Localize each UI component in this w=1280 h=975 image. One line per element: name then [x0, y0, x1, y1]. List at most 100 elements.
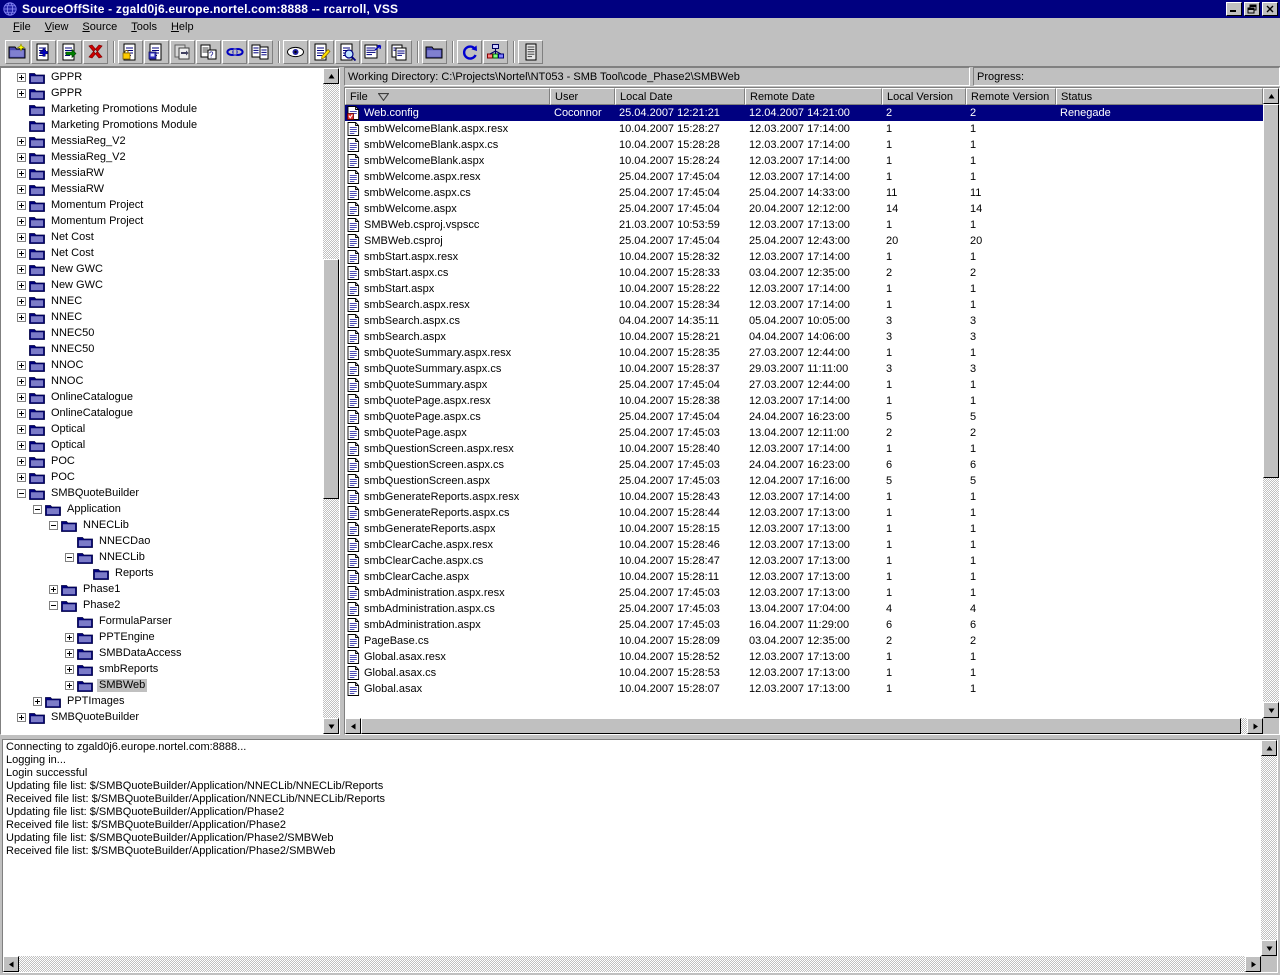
tree-expand-icon[interactable] [17, 264, 26, 274]
tree-item[interactable]: MessiaRW [1, 165, 323, 181]
tree-expand-icon[interactable] [17, 360, 26, 370]
tree-expand-icon[interactable] [17, 184, 26, 194]
file-row[interactable]: PageBase.cs 10.04.2007 15:28:09 03.04.2007… [345, 633, 1263, 649]
tree-item[interactable]: NNEC50 [1, 341, 323, 357]
tree-item[interactable]: Reports [1, 565, 323, 581]
column-header-remote-date[interactable]: Remote Date [745, 88, 882, 105]
undo-checkout-button[interactable] [170, 39, 195, 64]
tree-item[interactable]: SMBQuoteBuilder [1, 485, 323, 501]
file-row[interactable]: smbGenerateReports.aspx.cs 10.04.2007 15:… [345, 505, 1263, 521]
tree-expand-icon[interactable] [17, 456, 26, 466]
column-header-status[interactable]: Status [1056, 88, 1263, 105]
new-project-button[interactable] [5, 39, 30, 64]
file-row[interactable]: smbGenerateReports.aspx 10.04.2007 15:28:… [345, 521, 1263, 537]
tree-scroll-up-button[interactable] [323, 68, 339, 84]
file-row[interactable]: smbQuestionScreen.aspx 25.04.2007 17:45:0… [345, 473, 1263, 489]
tree-expand-icon[interactable] [17, 392, 26, 402]
file-row[interactable]: Global.asax 10.04.2007 15:28:07 12.03.2007… [345, 681, 1263, 697]
tree-item[interactable]: Phase2 [1, 597, 323, 613]
tree-expand-icon[interactable] [17, 376, 26, 386]
tree-expand-icon[interactable] [17, 136, 26, 146]
menu-view[interactable]: View [38, 19, 76, 35]
menu-source[interactable]: Source [75, 19, 124, 35]
tree-collapse-icon[interactable] [49, 600, 58, 610]
tree-expand-icon[interactable] [65, 648, 74, 658]
menu-help[interactable]: Help [164, 19, 201, 35]
file-row[interactable]: smbGenerateReports.aspx.resx 10.04.2007 1… [345, 489, 1263, 505]
tree-item[interactable]: Marketing Promotions Module [1, 117, 323, 133]
tree-item[interactable]: GPPR [1, 85, 323, 101]
tree-item[interactable]: SMBQuoteBuilder [1, 709, 323, 725]
log-vertical-scrollbar[interactable] [1261, 740, 1277, 956]
menu-file[interactable]: File [6, 19, 38, 35]
file-row[interactable]: smbQuotePage.aspx 25.04.2007 17:45:03 13.0… [345, 425, 1263, 441]
file-row[interactable]: smbQuoteSummary.aspx.resx 10.04.2007 15:2… [345, 345, 1263, 361]
file-row[interactable]: smbStart.aspx 10.04.2007 15:28:22 12.03.20… [345, 281, 1263, 297]
tree-item[interactable]: NNECDao [1, 533, 323, 549]
file-row[interactable]: smbSearch.aspx.cs 04.04.2007 14:35:11 05.0… [345, 313, 1263, 329]
tree-expand-icon[interactable] [17, 168, 26, 178]
file-list-scroll-thumb[interactable] [1263, 104, 1279, 478]
tree-item[interactable]: New GWC [1, 261, 323, 277]
tree-expand-icon[interactable] [65, 632, 74, 642]
tree-scroll-down-button[interactable] [323, 718, 339, 734]
tree-item[interactable]: FormulaParser [1, 613, 323, 629]
file-list-vertical-scrollbar[interactable] [1263, 88, 1279, 718]
tree-expand-icon[interactable] [17, 216, 26, 226]
tree-item[interactable]: Optical [1, 421, 323, 437]
check-in-button[interactable] [144, 39, 169, 64]
compare-button[interactable] [248, 39, 273, 64]
close-button[interactable] [1262, 2, 1278, 16]
properties-button[interactable]: ? [196, 39, 221, 64]
file-row[interactable]: smbAdministration.aspx 25.04.2007 17:45:0… [345, 617, 1263, 633]
search-file-button[interactable] [335, 39, 360, 64]
file-row[interactable]: smbWelcomeBlank.aspx.resx 10.04.2007 15:2… [345, 121, 1263, 137]
refresh-button[interactable] [457, 39, 482, 64]
tree-item[interactable]: smbReports [1, 661, 323, 677]
tree-expand-icon[interactable] [17, 248, 26, 258]
tree-item[interactable]: Application [1, 501, 323, 517]
tree-item[interactable]: NNEC [1, 309, 323, 325]
file-row[interactable]: smbWelcome.aspx.resx 25.04.2007 17:45:04 1… [345, 169, 1263, 185]
tree-expand-icon[interactable] [17, 312, 26, 322]
file-list-rows[interactable]: Web.config Coconnor 25.04.2007 12:21:21 12.… [345, 105, 1263, 718]
tree-vertical-scrollbar[interactable] [323, 68, 339, 734]
copy-button[interactable] [387, 39, 412, 64]
file-row[interactable]: smbClearCache.aspx 10.04.2007 15:28:11 12.… [345, 569, 1263, 585]
tree-item[interactable]: SMBDataAccess [1, 645, 323, 661]
tree-expand-icon[interactable] [17, 152, 26, 162]
tree-expand-icon[interactable] [17, 232, 26, 242]
tree-item[interactable]: POC [1, 453, 323, 469]
tree-item[interactable]: MessiaRW [1, 181, 323, 197]
file-row[interactable]: smbClearCache.aspx.cs 10.04.2007 15:28:47… [345, 553, 1263, 569]
restore-button[interactable] [1244, 2, 1260, 16]
tree-expand-icon[interactable] [17, 280, 26, 290]
report-button[interactable] [518, 39, 543, 64]
tree-expand-icon[interactable] [17, 712, 26, 722]
tree-item[interactable]: NNOC [1, 357, 323, 373]
tree-collapse-icon[interactable] [33, 504, 42, 514]
column-header-file[interactable]: File [345, 88, 550, 105]
file-row[interactable]: smbWelcomeBlank.aspx 10.04.2007 15:28:24 1… [345, 153, 1263, 169]
file-row[interactable]: smbQuoteSummary.aspx 25.04.2007 17:45:04 2… [345, 377, 1263, 393]
tree-item[interactable]: NNEC50 [1, 325, 323, 341]
minimize-button[interactable] [1226, 2, 1242, 16]
check-out-button[interactable] [118, 39, 143, 64]
file-row[interactable]: smbStart.aspx.resx 10.04.2007 15:28:32 12.… [345, 249, 1263, 265]
file-row[interactable]: smbAdministration.aspx.resx 25.04.2007 17… [345, 585, 1263, 601]
tree-collapse-icon[interactable] [65, 552, 74, 562]
edit-button[interactable] [309, 39, 334, 64]
column-header-user[interactable]: User [550, 88, 615, 105]
file-row[interactable]: SMBWeb.csproj.vspscc 21.03.2007 10:53:59 1… [345, 217, 1263, 233]
tree-item[interactable]: PPTEngine [1, 629, 323, 645]
tree-item[interactable]: PPTImages [1, 693, 323, 709]
tree-item[interactable]: MessiaReg_V2 [1, 149, 323, 165]
tree-item[interactable]: Momentum Project [1, 213, 323, 229]
tree-item[interactable]: NNECLib [1, 517, 323, 533]
file-list-scroll-down-button[interactable] [1263, 702, 1279, 718]
tree-expand-icon[interactable] [17, 424, 26, 434]
tree-expand-icon[interactable] [17, 408, 26, 418]
tree-scroll-thumb[interactable] [323, 259, 339, 499]
tree-expand-icon[interactable] [33, 696, 42, 706]
history-button[interactable] [361, 39, 386, 64]
